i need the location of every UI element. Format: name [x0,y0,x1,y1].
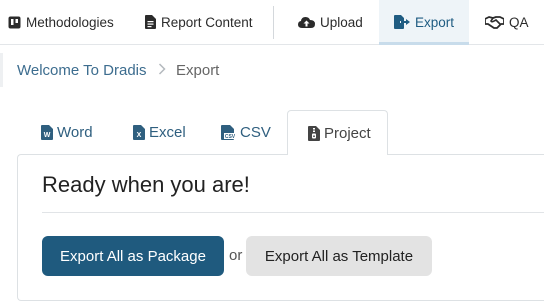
nav-export-label: Export [415,14,455,30]
csv-file-icon: CSV [221,124,236,140]
nav-qa-label: QA [509,14,529,30]
excel-file-icon: X [133,124,145,140]
nav-upload-label: Upload [320,14,363,30]
tab-excel-label: Excel [149,123,186,141]
export-tabs: W Word X Excel CSV CSV Project [0,110,544,155]
tab-word[interactable]: W Word [41,110,93,154]
svg-text:W: W [44,132,51,139]
export-project-panel: Ready when you are! Export All as Packag… [17,154,544,301]
nav-export[interactable]: Export [379,0,469,45]
export-template-button[interactable]: Export All as Template [246,236,432,276]
breadcrumb-rail [0,53,3,87]
nav-upload[interactable]: Upload [298,0,363,44]
nav-report-content-label: Report Content [161,14,253,30]
top-nav: Methodologies Report Content Upload Expo… [0,0,544,45]
nav-methodologies-label: Methodologies [26,14,114,30]
nav-qa[interactable]: QA [485,0,529,44]
archive-file-icon [308,125,320,141]
cloud-upload-icon [298,16,315,29]
file-export-icon [394,15,410,29]
nav-divider [273,6,274,39]
breadcrumb-current: Export [176,61,220,79]
word-file-icon: W [41,124,53,140]
breadcrumb: Welcome To Dradis Export [0,53,544,87]
svg-text:X: X [137,132,142,139]
file-icon [145,15,156,29]
tab-csv[interactable]: CSV CSV [221,110,271,154]
panel-title: Ready when you are! [42,172,250,197]
tab-csv-label: CSV [240,123,271,141]
tab-word-label: Word [57,123,93,141]
export-package-button[interactable]: Export All as Package [42,236,224,276]
tab-project[interactable]: Project [287,110,388,155]
tab-excel[interactable]: X Excel [133,110,186,154]
nav-report-content[interactable]: Report Content [145,0,253,44]
panel-divider [42,212,544,213]
or-text: or [229,247,243,264]
board-icon [8,16,21,29]
chevron-right-icon [158,62,166,80]
nav-methodologies[interactable]: Methodologies [8,0,114,44]
handshake-icon [485,15,504,29]
breadcrumb-home-link[interactable]: Welcome To Dradis [17,62,147,79]
svg-text:CSV: CSV [225,134,236,140]
tab-project-label: Project [324,124,371,142]
